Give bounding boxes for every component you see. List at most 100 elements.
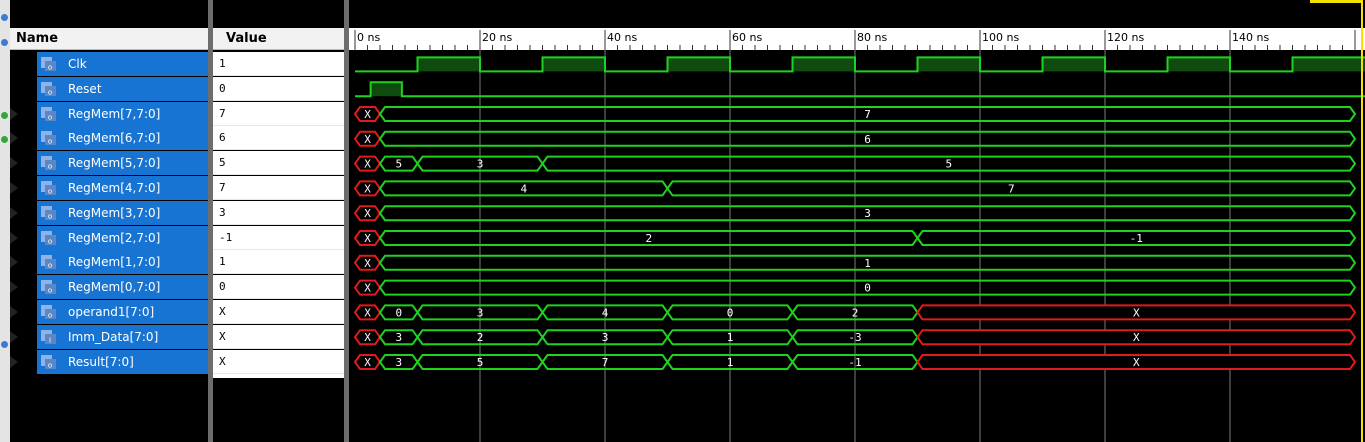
name-column-header[interactable]: Name [10, 28, 208, 50]
bus-value-label: 7 [602, 356, 609, 369]
bus-value-label: X [364, 182, 371, 195]
ruler-tick-label: 140 ns [1232, 31, 1269, 44]
signal-value-cell[interactable]: 7 [213, 101, 344, 126]
ruler-tick-label: 40 ns [607, 31, 637, 44]
signal-row[interactable]: o RegMem[4,7:0] [10, 176, 208, 200]
bus-value-label: 3 [477, 158, 484, 171]
expand-arrow-icon[interactable] [10, 355, 18, 368]
expand-arrow-icon[interactable] [10, 330, 18, 343]
signal-value: 7 [219, 181, 226, 194]
signal-name: RegMem[6,7:0] [68, 131, 161, 146]
signal-row[interactable]: o RegMem[3,7:0] [10, 200, 208, 225]
signal-value: X [219, 354, 226, 368]
expand-arrow-icon[interactable] [10, 157, 18, 170]
signal-name: RegMem[0,7:0] [68, 280, 161, 295]
expand-arrow-icon[interactable] [10, 206, 18, 219]
signal-row[interactable]: o RegMem[5,7:0] [10, 151, 208, 176]
svg-text:o: o [48, 262, 52, 270]
signal-value-pane: Value 1 0 7 6 5 7 3 -1 1 0 X X X [213, 0, 344, 442]
toolbar-dot-icon[interactable] [1, 14, 8, 21]
signal-name: Result[7:0] [68, 354, 134, 369]
signal-value-cell[interactable]: X [213, 349, 344, 374]
waveform-canvas[interactable]: 0 ns 20 ns 40 ns 60 ns 80 ns 100 ns 120 ns 140 … [349, 0, 1365, 442]
bus-value-label: X [364, 306, 371, 319]
cursor-marker[interactable] [1310, 0, 1362, 3]
value-column-header[interactable]: Value [213, 28, 344, 50]
toolbar-dot-icon[interactable] [1, 341, 8, 348]
signal-value-cell[interactable]: -1 [213, 225, 344, 250]
toolbar-dot-icon[interactable] [1, 39, 8, 46]
signal-value: 0 [219, 280, 226, 294]
bit-signal-icon: o [41, 57, 56, 71]
signal-value-cell[interactable]: 1 [213, 52, 344, 76]
svg-text:o: o [48, 237, 52, 245]
signal-value-cell[interactable]: 1 [213, 250, 344, 275]
expand-arrow-icon[interactable] [10, 306, 18, 318]
bus-value-label: X [1133, 331, 1140, 344]
value-pane-blank [213, 374, 344, 378]
bus-value-label: 1 [864, 257, 871, 270]
bus-signal-icon: o [41, 106, 56, 121]
signal-value-cell[interactable]: X [213, 300, 344, 324]
bus-signal-icon: o [41, 181, 56, 195]
signal-name: RegMem[5,7:0] [68, 156, 161, 171]
signal-value-cell[interactable]: X [213, 324, 344, 349]
bus-value-label: -1 [1130, 232, 1143, 245]
expand-arrow-icon[interactable] [10, 182, 18, 194]
signal-value: -1 [219, 230, 233, 244]
signal-value: 0 [219, 81, 226, 95]
signal-row[interactable]: o RegMem[6,7:0] [10, 126, 208, 151]
svg-text:o: o [48, 138, 52, 146]
signal-value-cell[interactable]: 5 [213, 151, 344, 176]
signal-row[interactable]: o RegMem[2,7:0] [10, 225, 208, 250]
bit-high-fill [917, 57, 980, 72]
signal-value-cell[interactable]: 7 [213, 176, 344, 200]
signal-row[interactable]: o Clk [10, 52, 208, 76]
svg-text:I: I [49, 336, 51, 344]
bus-value-label: 7 [1008, 182, 1015, 195]
expand-arrow-icon[interactable] [10, 281, 18, 294]
bus-value-label: 1 [727, 331, 734, 344]
bus-value-label: -1 [848, 356, 861, 369]
signal-value: X [219, 305, 226, 318]
bit-high-fill [1042, 57, 1105, 72]
signal-row[interactable]: I Imm_Data[7:0] [10, 324, 208, 349]
value-column-header-label: Value [226, 31, 267, 46]
bus-value-label: 0 [864, 282, 871, 295]
bus-signal-icon: o [41, 280, 56, 295]
signal-row[interactable]: o RegMem[7,7:0] [10, 101, 208, 126]
bit-high-fill [417, 57, 480, 72]
signal-value-cell[interactable]: 0 [213, 275, 344, 300]
signal-name: RegMem[1,7:0] [68, 255, 161, 270]
bus-value-label: X [364, 257, 371, 270]
row-selection [37, 76, 208, 101]
bit-waveform [355, 81, 1365, 98]
signal-name: operand1[7:0] [68, 305, 155, 319]
signal-value-cell[interactable]: 0 [213, 76, 344, 101]
signal-row[interactable]: o RegMem[0,7:0] [10, 275, 208, 300]
bus-value-label: X [364, 133, 371, 146]
name-column-header-label: Name [16, 31, 59, 46]
bus-signal-icon: o [41, 230, 56, 245]
signal-name: Clk [68, 57, 87, 71]
expand-arrow-icon[interactable] [10, 107, 18, 120]
signal-value-cell[interactable]: 3 [213, 200, 344, 225]
waveform-pane[interactable]: 0 ns 20 ns 40 ns 60 ns 80 ns 100 ns 120 ns 140 … [349, 0, 1365, 442]
toolbar-dot-icon[interactable] [1, 112, 8, 119]
signal-row[interactable]: o Reset [10, 76, 208, 101]
bus-value-label: X [364, 108, 371, 121]
bus-value-label: -3 [848, 331, 861, 344]
toolbar-dot-icon[interactable] [1, 136, 8, 143]
signal-value: 1 [219, 57, 226, 70]
expand-arrow-icon[interactable] [10, 256, 18, 269]
bus-value-label: 3 [477, 306, 484, 319]
signal-value-cell[interactable]: 6 [213, 126, 344, 151]
signal-row[interactable]: o RegMem[1,7:0] [10, 250, 208, 275]
expand-arrow-icon[interactable] [10, 132, 18, 145]
bus-value-label: X [364, 356, 371, 369]
signal-row[interactable]: o operand1[7:0] [10, 300, 208, 324]
signal-row[interactable]: o Result[7:0] [10, 349, 208, 374]
bit-high-fill [1167, 57, 1230, 72]
bus-value-label: 4 [602, 306, 609, 319]
expand-arrow-icon[interactable] [10, 231, 18, 244]
